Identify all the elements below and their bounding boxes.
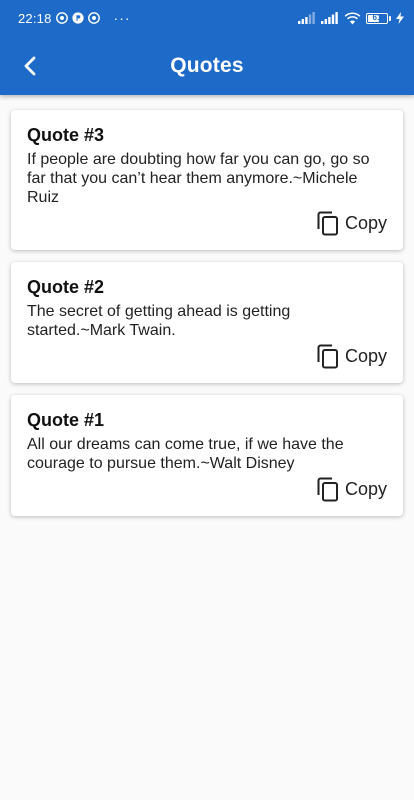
app-bar: 22:18 ··· 61 Quotes [0,0,414,95]
quote-text: The secret of getting ahead is getting s… [27,303,291,339]
quote-list: Quote #3 If people are doubting how far … [11,110,403,528]
copy-button[interactable]: Copy [317,475,387,504]
quote-text: If people are doubting how far you can g… [27,151,370,206]
quote-title: Quote #1 [27,410,105,430]
copy-button[interactable]: Copy [317,209,387,238]
chrome-icon [87,12,100,24]
chrome-icon [55,12,68,24]
copy-icon [317,211,339,236]
quote-card: Quote #3 If people are doubting how far … [11,110,403,250]
cell-signal-icon [298,12,316,24]
more-notifications-icon: ··· [113,10,131,26]
quote-card: Quote #2 The secret of getting ahead is … [11,262,403,383]
battery-icon: 61 [366,12,391,24]
wifi-icon [344,11,361,25]
toolbar: Quotes [0,36,414,95]
copy-label: Copy [344,346,387,366]
charging-bolt-icon [396,12,404,24]
copy-button[interactable]: Copy [317,342,387,371]
p-badge-icon [71,12,84,24]
quote-text: All our dreams can come true, if we have… [27,436,344,472]
status-bar: 22:18 ··· 61 [0,0,414,36]
page-title: Quotes [170,54,244,77]
quote-title: Quote #2 [27,277,105,297]
copy-icon [317,344,339,369]
copy-label: Copy [344,479,387,499]
copy-label: Copy [344,213,387,233]
battery-level: 61 [372,13,382,22]
cell-signal-icon [321,12,339,24]
quote-card: Quote #1 All our dreams can come true, i… [11,395,403,516]
quote-title: Quote #3 [27,125,105,145]
status-time: 22:18 [18,10,52,26]
copy-icon [317,477,339,502]
